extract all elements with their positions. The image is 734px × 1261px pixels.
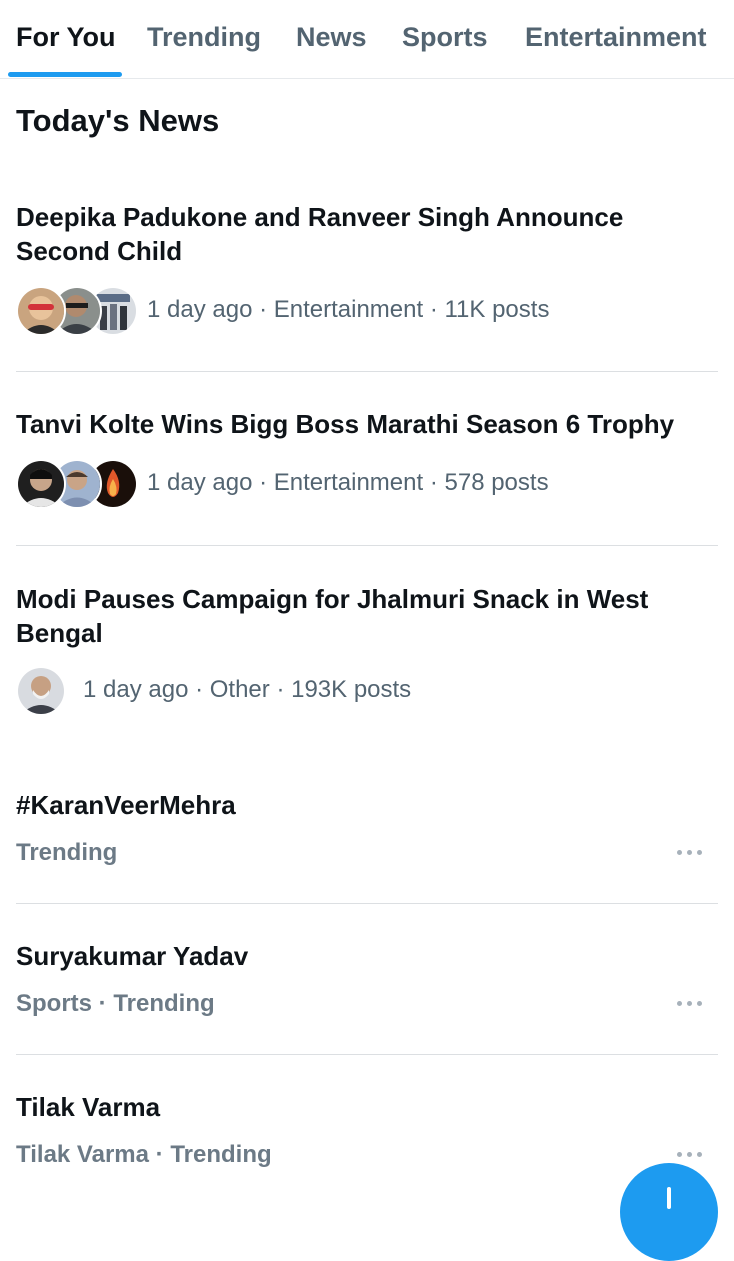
divider xyxy=(16,545,718,546)
news-headline: Deepika Padukone and Ranveer Singh Annou… xyxy=(16,202,624,266)
divider xyxy=(16,371,718,372)
trend-name: Suryakumar Yadav xyxy=(16,941,249,971)
news-meta-row: 1 day ago · Entertainment · 11K posts xyxy=(16,284,716,336)
tab-trending[interactable]: Trending xyxy=(147,22,261,53)
news-meta-row: 1 day ago · Entertainment · 578 posts xyxy=(16,457,716,509)
avatar xyxy=(16,459,66,509)
avatar xyxy=(16,286,66,336)
trend-item[interactable]: #KaranVeerMehra Trending xyxy=(0,790,734,910)
section-title: Today's News xyxy=(16,103,220,138)
news-item[interactable]: Deepika Padukone and Ranveer Singh Annou… xyxy=(0,200,734,372)
tab-news[interactable]: News xyxy=(296,22,367,53)
tab-sports[interactable]: Sports xyxy=(402,22,488,53)
news-meta: 1 day ago · Other · 193K posts xyxy=(83,676,412,703)
news-item[interactable]: Modi Pauses Campaign for Jhalmuri Snack … xyxy=(0,582,734,722)
more-horizontal-icon[interactable] xyxy=(664,987,716,1019)
trend-name: #KaranVeerMehra xyxy=(16,790,236,820)
avatar xyxy=(16,666,66,716)
trend-name: Tilak Varma xyxy=(16,1092,161,1122)
trend-context: Trending xyxy=(16,839,118,866)
news-meta: 1 day ago · Entertainment · 11K posts xyxy=(147,296,550,323)
tab-entertainment[interactable]: Entertainment xyxy=(525,22,707,53)
trend-context: Tilak Varma · Trending xyxy=(16,1141,272,1168)
compose-button[interactable] xyxy=(620,1163,718,1261)
divider xyxy=(16,1054,718,1055)
top-tab-bar: For You Trending News Sports Entertainme… xyxy=(0,0,734,79)
tab-for-you[interactable]: For You xyxy=(16,22,116,53)
active-tab-indicator xyxy=(8,72,122,77)
more-horizontal-icon[interactable] xyxy=(664,836,716,868)
news-meta: 1 day ago · Entertainment · 578 posts xyxy=(147,469,549,496)
divider xyxy=(16,903,718,904)
news-meta-row: 1 day ago · Other · 193K posts xyxy=(16,664,716,716)
trend-context: Sports · Trending xyxy=(16,990,215,1017)
compose-plus-icon xyxy=(667,1187,671,1209)
news-headline: Tanvi Kolte Wins Bigg Boss Marathi Seaso… xyxy=(16,409,675,439)
trend-item[interactable]: Suryakumar Yadav Sports · Trending xyxy=(0,941,734,1061)
news-item[interactable]: Tanvi Kolte Wins Bigg Boss Marathi Seaso… xyxy=(0,407,734,546)
news-headline: Modi Pauses Campaign for Jhalmuri Snack … xyxy=(16,584,649,648)
